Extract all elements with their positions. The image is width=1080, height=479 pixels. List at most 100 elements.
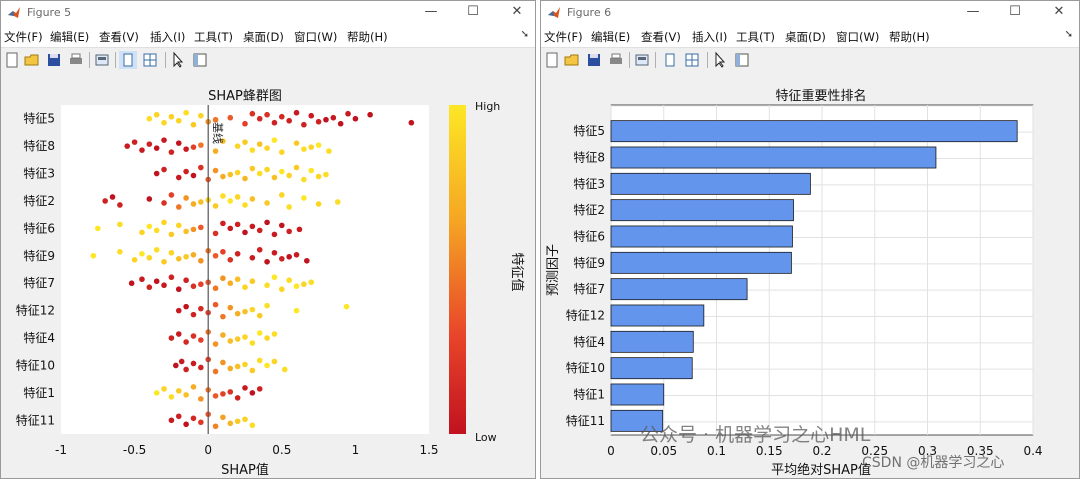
print-icon[interactable]: [607, 51, 625, 69]
maximize-button[interactable]: ☐: [463, 4, 483, 19]
scatter-point: [271, 137, 278, 143]
scatter-point: [168, 113, 175, 120]
menu-file[interactable]: 文件(F): [4, 29, 43, 45]
scatter-point: [198, 337, 204, 343]
scatter-point: [183, 109, 189, 116]
pointer-icon[interactable]: [169, 51, 187, 69]
scatter-point: [175, 255, 182, 262]
menu-view[interactable]: 查看(V): [641, 29, 681, 45]
scatter-point: [190, 172, 197, 179]
scatter-point: [190, 415, 197, 422]
menu-window[interactable]: 窗口(W): [836, 29, 879, 45]
scatter-point: [175, 307, 182, 314]
scatter-point: [279, 192, 285, 198]
y-tick-label: 特征2: [573, 202, 605, 217]
link-icon[interactable]: [93, 51, 111, 69]
y-tick-label: 特征1: [573, 387, 605, 402]
open-file-icon[interactable]: [23, 51, 41, 69]
figure-canvas: SHAP蜂群图 基线 特征5 特征8 特征3 特征2 特征6 特征9 特征7 特征12 特征4 特…: [1, 72, 535, 478]
menu-edit[interactable]: 编辑(E): [50, 29, 89, 45]
data-tips-icon[interactable]: [191, 51, 209, 69]
open-file-icon[interactable]: [563, 51, 581, 69]
scatter-point: [234, 221, 241, 228]
scatter-point: [308, 144, 315, 150]
menu-tools[interactable]: 工具(T): [194, 29, 233, 45]
print-icon[interactable]: [67, 51, 85, 69]
data-tips-icon[interactable]: [733, 51, 751, 69]
menu-help[interactable]: 帮助(H): [347, 29, 388, 45]
property-editor-icon[interactable]: [683, 51, 701, 69]
menu-tools[interactable]: 工具(T): [736, 29, 775, 45]
y-tick-label: 特征7: [23, 275, 55, 290]
y-tick-label: 特征8: [23, 138, 55, 153]
save-icon[interactable]: [585, 51, 603, 69]
scatter-point: [227, 420, 234, 427]
scatter-point: [301, 121, 307, 128]
menu-desktop[interactable]: 桌面(D): [243, 29, 284, 45]
maximize-button[interactable]: ☐: [1005, 4, 1025, 19]
y-tick-label: 特征1: [23, 385, 55, 400]
close-button[interactable]: ✕: [1049, 4, 1069, 19]
scatter-point: [190, 226, 197, 233]
scatter-point: [286, 253, 292, 260]
scatter-point: [212, 393, 219, 399]
new-figure-icon[interactable]: [543, 51, 561, 69]
scatter-point: [234, 250, 241, 257]
scatter-point: [249, 165, 256, 172]
property-editor-icon[interactable]: [141, 51, 159, 69]
scatter-point: [242, 361, 248, 368]
menu-view[interactable]: 查看(V): [99, 29, 139, 45]
scatter-point: [249, 196, 256, 202]
scatter-point: [212, 167, 219, 174]
scatter-point: [256, 115, 263, 122]
minimize-button[interactable]: —: [963, 4, 983, 19]
scatter-point: [234, 276, 241, 283]
save-icon[interactable]: [45, 51, 63, 69]
scatter-point: [175, 140, 182, 146]
scatter-point: [279, 255, 285, 262]
menu-help[interactable]: 帮助(H): [889, 29, 930, 45]
scatter-point: [161, 219, 167, 226]
scatter-point: [242, 284, 248, 291]
scatter-point: [227, 365, 234, 372]
scatter-point: [183, 277, 189, 284]
menu-edit[interactable]: 编辑(E): [591, 29, 630, 45]
scatter-point: [212, 285, 219, 292]
x-axis-label: SHAP值: [221, 462, 269, 478]
scatter-point: [198, 257, 204, 264]
scatter-point: [234, 169, 241, 176]
scatter-point: [242, 416, 248, 423]
link-icon[interactable]: [633, 51, 651, 69]
menu-window[interactable]: 窗口(W): [294, 29, 337, 45]
scatter-point: [308, 279, 315, 286]
dock-icon[interactable]: [119, 51, 137, 69]
scatter-point: [264, 200, 270, 206]
menu-file[interactable]: 文件(F): [544, 29, 583, 45]
menu-desktop[interactable]: 桌面(D): [785, 29, 826, 45]
scatter-point: [315, 201, 322, 207]
scatter-point: [220, 248, 226, 255]
bar: [610, 225, 793, 248]
pointer-icon[interactable]: [711, 51, 729, 69]
scatter-point: [242, 385, 248, 391]
close-button[interactable]: ✕: [507, 4, 527, 19]
menu-insert[interactable]: 插入(I): [692, 29, 727, 45]
y-tick-label: 特征11: [16, 412, 55, 427]
bar: [610, 120, 1018, 143]
dock-icon[interactable]: [661, 51, 679, 69]
colorbar: [449, 105, 466, 434]
scatter-point: [102, 198, 108, 204]
menu-insert[interactable]: 插入(I): [150, 29, 185, 45]
scatter-point: [146, 223, 153, 230]
scatter-point: [249, 390, 256, 396]
scatter-point: [271, 331, 278, 337]
dock-arrow-icon[interactable]: ➘: [1065, 29, 1073, 40]
minimize-button[interactable]: —: [421, 4, 441, 19]
new-figure-icon[interactable]: [3, 51, 21, 69]
scatter-point: [175, 222, 182, 229]
y-tick-label: 特征6: [23, 220, 55, 235]
scatter-point: [175, 204, 182, 210]
dock-arrow-icon[interactable]: ➘: [521, 29, 529, 40]
y-tick-label: 特征7: [573, 281, 605, 296]
scatter-point: [161, 258, 167, 265]
